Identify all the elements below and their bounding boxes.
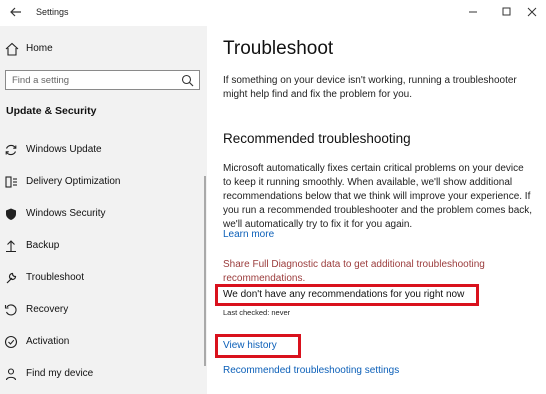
- search-input[interactable]: [12, 73, 172, 87]
- activation-icon: [4, 335, 18, 349]
- wrench-icon: [6, 272, 17, 284]
- sidebar-item-backup[interactable]: Backup: [0, 233, 204, 259]
- sync-icon: [5, 144, 17, 156]
- view-history-link[interactable]: View history: [223, 340, 277, 351]
- sidebar-item-label: Recovery: [26, 304, 69, 315]
- share-diagnostic-link[interactable]: Share Full Diagnostic data to get additi…: [223, 258, 503, 286]
- sidebar: Home Update & Security Windows Update De…: [0, 26, 207, 394]
- sidebar-item-label: Troubleshoot: [26, 272, 84, 283]
- sidebar-item-activation[interactable]: Activation: [0, 329, 204, 355]
- recommended-settings-link[interactable]: Recommended troubleshooting settings: [223, 365, 399, 376]
- backup-icon: [6, 240, 16, 253]
- maximize-button[interactable]: [496, 3, 518, 21]
- sidebar-scrollbar[interactable]: [204, 176, 206, 366]
- maximize-icon: [502, 7, 511, 16]
- intro-text: If something on your device isn't workin…: [223, 75, 517, 100]
- sidebar-item-label: Windows Update: [26, 144, 102, 155]
- back-arrow-icon: [10, 7, 21, 17]
- section-title: Update & Security: [6, 105, 97, 117]
- sidebar-item-windows-update[interactable]: Windows Update: [0, 137, 204, 163]
- recommendation-status: We don't have any recommendations for yo…: [223, 289, 465, 300]
- sidebar-home[interactable]: Home: [0, 38, 207, 60]
- close-button[interactable]: [522, 3, 544, 21]
- title-bar: Settings: [0, 0, 546, 26]
- search-icon[interactable]: [181, 74, 194, 87]
- sidebar-item-label: Windows Security: [26, 208, 106, 219]
- recommended-heading: Recommended troubleshooting: [223, 131, 411, 146]
- sidebar-item-windows-security[interactable]: Windows Security: [0, 201, 204, 227]
- minimize-button[interactable]: [462, 3, 484, 21]
- recovery-icon: [4, 304, 17, 316]
- delivery-optimization-icon: [5, 176, 17, 188]
- home-icon: [5, 42, 19, 56]
- sidebar-item-find-my-device[interactable]: Find my device: [0, 361, 204, 387]
- sidebar-item-delivery-optimization[interactable]: Delivery Optimization: [0, 169, 204, 195]
- search-box: [5, 70, 200, 90]
- minimize-icon: [469, 11, 477, 13]
- shield-icon: [6, 208, 16, 220]
- sidebar-item-troubleshoot[interactable]: Troubleshoot: [0, 265, 204, 291]
- learn-more-link[interactable]: Learn more: [223, 229, 274, 240]
- home-label: Home: [26, 43, 53, 54]
- recommended-description: Microsoft automatically fixes certain cr…: [223, 163, 533, 230]
- sidebar-item-label: Find my device: [26, 368, 94, 379]
- main-content: Troubleshoot If something on your device…: [207, 26, 546, 394]
- back-button[interactable]: [6, 3, 26, 21]
- sidebar-item-label: Backup: [26, 240, 60, 251]
- last-checked-text: Last checked: never: [223, 308, 291, 317]
- close-icon: [527, 7, 537, 17]
- sidebar-item-recovery[interactable]: Recovery: [0, 297, 204, 323]
- window-title: Settings: [36, 7, 69, 17]
- sidebar-item-label: Activation: [26, 336, 70, 347]
- person-icon: [5, 368, 17, 381]
- sidebar-item-label: Delivery Optimization: [26, 176, 121, 187]
- page-title: Troubleshoot: [223, 38, 334, 59]
